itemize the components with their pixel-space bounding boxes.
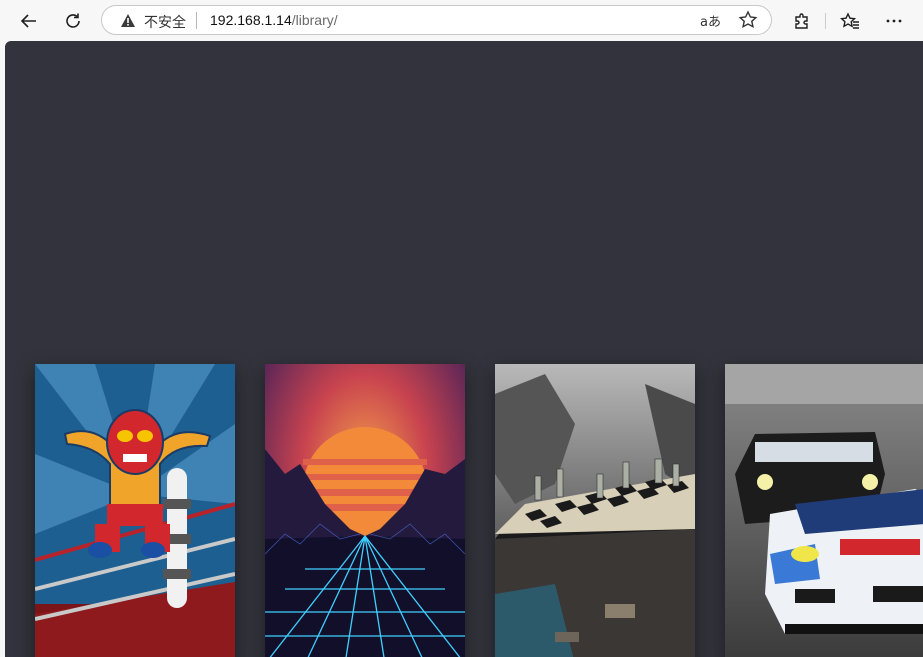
security-status[interactable]: 不安全 [144,12,186,32]
game-card-wrestler[interactable] [35,364,235,657]
floating-chessboard-art [495,364,695,657]
more-icon [886,19,902,23]
puzzle-icon [795,13,808,29]
url-host: 192.168.1.14 [210,12,292,28]
toolbar-divider [825,13,826,29]
arrow-left-icon [20,14,36,28]
game-card-synthwave[interactable] [265,364,465,657]
extensions-button[interactable] [786,5,818,37]
library-page [5,41,923,657]
game-card-chess[interactable] [495,364,695,657]
address-bar[interactable]: 不安全 192.168.1.14/library/ aあ [101,5,772,35]
warning-icon[interactable] [120,13,136,28]
refresh-icon [66,13,80,28]
address-divider [196,12,197,29]
browser-toolbar: 不安全 192.168.1.14/library/ aあ [0,0,923,41]
favorites-icon [840,12,859,29]
more-menu-button[interactable] [878,5,910,37]
url-path: /library/ [291,12,338,28]
luchador-wrestler-art [35,364,235,657]
read-aloud-button[interactable]: aあ [700,11,721,30]
favorites-button[interactable] [834,5,866,37]
url-text[interactable]: 192.168.1.14/library/ [210,12,338,28]
star-icon[interactable] [738,10,758,30]
game-card-racing[interactable] [725,364,923,657]
back-button[interactable] [13,5,45,37]
refresh-button[interactable] [57,5,89,37]
race-car-art [725,364,923,657]
synthwave-sunset-art [265,364,465,657]
